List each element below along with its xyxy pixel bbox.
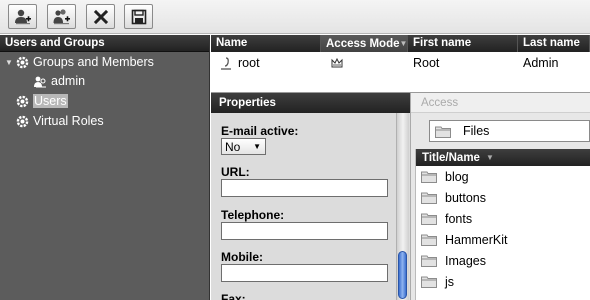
sidebar-item-label: admin (51, 74, 86, 88)
users-and-groups-sidebar: Users and Groups ▼ Groups and Members ad… (0, 35, 210, 300)
list-item[interactable]: HammerKit (416, 229, 590, 250)
list-item-label: fonts (445, 211, 473, 226)
folder-icon (421, 233, 437, 246)
sidebar-item-users[interactable]: Users (15, 91, 68, 111)
email-active-label: E-mail active: (221, 124, 299, 138)
column-header-label: Access Mode (326, 37, 400, 50)
folder-icon (421, 275, 437, 288)
telephone-field[interactable] (221, 222, 388, 240)
sidebar-item-virtual-roles[interactable]: Virtual Roles (15, 111, 104, 131)
cell-access-mode (321, 58, 408, 68)
table-row[interactable]: root Root Admin (211, 52, 590, 74)
list-item-label: js (445, 274, 455, 289)
access-panel: Access Files Title/Name ▼ blog buttons fon… (411, 93, 590, 300)
access-title: Access (411, 93, 590, 113)
app-window: Users and Groups ▼ Groups and Members ad… (0, 0, 590, 300)
list-item[interactable]: Images (416, 250, 590, 271)
close-icon (93, 9, 108, 24)
folder-icon (435, 125, 451, 138)
add-user-button[interactable] (8, 4, 37, 29)
properties-scrollbar-thumb[interactable] (398, 251, 407, 299)
list-item-label: HammerKit (445, 232, 508, 247)
sidebar-item-label: Virtual Roles (33, 114, 104, 128)
folder-icon (421, 254, 437, 267)
folder-name: Files (463, 124, 490, 138)
file-list: Title/Name ▼ blog buttons fonts HammerKit Im… (415, 149, 590, 300)
add-group-icon (53, 9, 70, 25)
user-icon (220, 56, 232, 70)
add-user-icon (14, 9, 31, 25)
mobile-field[interactable] (221, 264, 388, 282)
user-name: root (238, 56, 260, 70)
list-item[interactable]: blog (416, 166, 590, 187)
sidebar-item-label: Users (33, 94, 68, 108)
properties-title: Properties (211, 93, 410, 113)
email-active-value: No (225, 139, 241, 154)
list-item-label: Images (445, 253, 486, 268)
column-header-last-name[interactable]: Last name (518, 35, 590, 52)
list-item[interactable]: fonts (416, 208, 590, 229)
folder-selector[interactable]: Files (429, 120, 590, 142)
save-button[interactable] (124, 4, 153, 29)
expand-arrow-icon[interactable]: ▼ (3, 58, 15, 67)
cell-first-name: Root (413, 56, 440, 70)
save-icon (131, 9, 146, 24)
gear-icon (15, 55, 29, 69)
properties-panel: Properties E-mail active: No ▼ URL: Tele… (211, 93, 411, 300)
column-header-access-mode[interactable]: Access Mode ▼ (321, 35, 408, 52)
list-item-label: blog (445, 169, 469, 184)
column-header-name[interactable]: Name (211, 35, 321, 52)
fax-label: Fax: (221, 292, 246, 300)
sidebar-title: Users and Groups (0, 35, 209, 52)
group-user-icon (33, 74, 47, 88)
telephone-label: Telephone: (221, 208, 285, 222)
sort-arrow-icon: ▼ (399, 39, 408, 48)
list-item-label: buttons (445, 190, 487, 205)
chevron-down-icon: ▼ (253, 142, 261, 151)
column-header-title-name: Title/Name (422, 151, 480, 164)
members-table-header: Name Access Mode ▼ First name Last name (211, 35, 590, 52)
folder-icon (421, 170, 437, 183)
crown-icon (331, 58, 343, 68)
folder-icon (421, 191, 437, 204)
mobile-label: Mobile: (221, 250, 263, 264)
sort-arrow-icon: ▼ (485, 153, 494, 162)
list-item[interactable]: buttons (416, 187, 590, 208)
sidebar-item-groups-and-members[interactable]: ▼ Groups and Members (3, 52, 154, 72)
folder-icon (421, 212, 437, 225)
email-active-select[interactable]: No ▼ (221, 138, 266, 155)
add-group-button[interactable] (47, 4, 76, 29)
sidebar-item-admin[interactable]: admin (33, 71, 85, 91)
url-label: URL: (221, 165, 250, 179)
gear-icon (15, 94, 29, 108)
cell-name: root (211, 56, 321, 70)
column-header-first-name[interactable]: First name (408, 35, 518, 52)
toolbar (0, 0, 590, 34)
members-table: Name Access Mode ▼ First name Last name … (211, 35, 590, 93)
list-item[interactable]: js (416, 271, 590, 292)
cell-last-name: Admin (523, 56, 559, 70)
sidebar-item-label: Groups and Members (33, 55, 154, 69)
gear-icon (15, 114, 29, 128)
url-field[interactable] (221, 179, 388, 197)
delete-button[interactable] (86, 4, 115, 29)
file-list-header[interactable]: Title/Name ▼ (416, 149, 590, 166)
